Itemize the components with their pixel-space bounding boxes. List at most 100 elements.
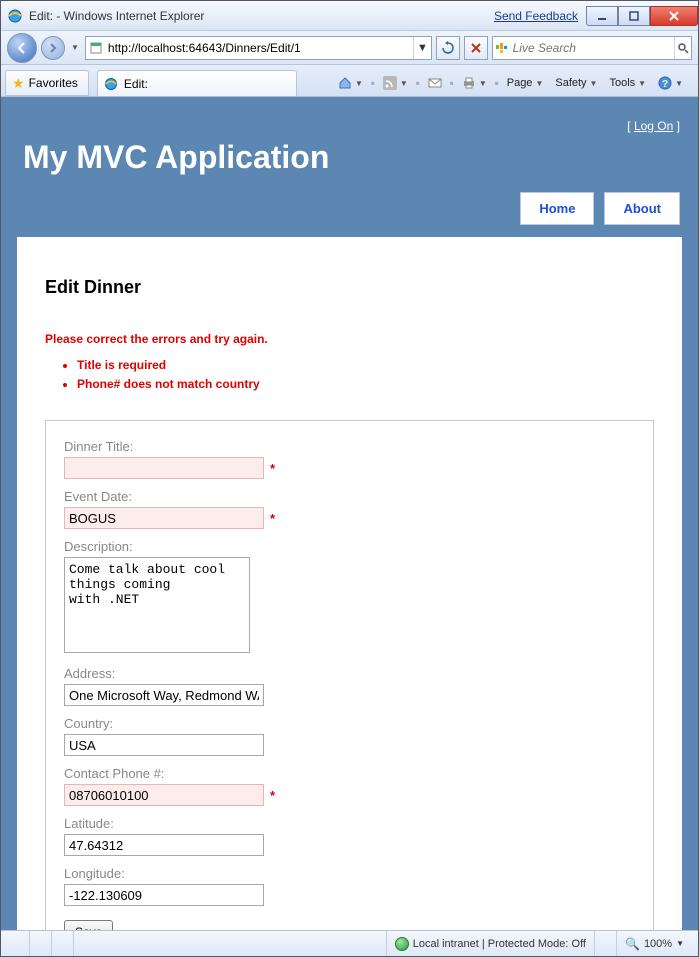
refresh-button[interactable] <box>436 36 460 60</box>
tools-menu-label: Tools <box>609 77 635 89</box>
zoom-level: 100% <box>644 938 672 950</box>
search-provider-icon <box>493 41 509 55</box>
page-icon <box>86 41 106 55</box>
nav-about[interactable]: About <box>604 192 680 225</box>
security-zone[interactable]: Local intranet | Protected Mode: Off <box>386 931 594 956</box>
status-seg-spacer <box>594 931 616 956</box>
zoom-control[interactable]: 🔍 100% ▼ <box>616 931 692 956</box>
safety-menu[interactable]: Safety ▼ <box>550 72 602 94</box>
star-icon: ★ <box>12 75 25 92</box>
logon-link[interactable]: Log On <box>634 119 673 133</box>
chevron-down-icon: ▼ <box>676 939 684 948</box>
svg-text:?: ? <box>662 79 668 90</box>
close-button[interactable] <box>650 6 698 26</box>
search-input[interactable] <box>509 39 674 57</box>
validation-error: Title is required <box>77 356 654 375</box>
content-viewport: [ Log On ] My MVC Application Home About… <box>1 97 698 930</box>
printer-icon <box>462 76 476 90</box>
rss-icon <box>383 76 397 90</box>
page-heading: Edit Dinner <box>45 277 654 298</box>
status-bar: Local intranet | Protected Mode: Off 🔍 1… <box>1 930 698 956</box>
logon-area: [ Log On ] <box>23 119 680 133</box>
tab-row: ★ Favorites Edit: ▼ ▪ ▼ ▪ ▪ ▼ ▪ Page▼ Sa… <box>1 65 698 97</box>
mail-button[interactable] <box>423 72 447 94</box>
help-menu[interactable]: ?▼ <box>653 72 688 94</box>
description-label: Description: <box>64 539 635 554</box>
address-input[interactable] <box>64 684 264 706</box>
eventdate-label: Event Date: <box>64 489 635 504</box>
safety-menu-label: Safety <box>555 77 586 89</box>
zoom-icon: 🔍 <box>625 937 640 951</box>
home-menu[interactable]: ▼ <box>333 72 368 94</box>
validation-error-list: Title is required Phone# does not match … <box>77 356 654 394</box>
latitude-label: Latitude: <box>64 816 635 831</box>
status-seg-empty <box>29 931 51 956</box>
chevron-down-icon: ▼ <box>675 79 683 88</box>
favorites-button[interactable]: ★ Favorites <box>5 70 89 96</box>
chevron-down-icon: ▼ <box>638 79 646 88</box>
nav-home[interactable]: Home <box>520 192 594 225</box>
page-menu-label: Page <box>507 77 533 89</box>
mail-icon <box>428 77 442 89</box>
tab-title: Edit: <box>124 77 148 91</box>
phone-label: Contact Phone #: <box>64 766 635 781</box>
eventdate-input[interactable] <box>64 507 264 529</box>
window-title: Edit: - Windows Internet Explorer <box>29 9 204 23</box>
stop-button[interactable] <box>464 36 488 60</box>
address-bar: ▼ <box>85 36 432 60</box>
navigation-row: ▼ ▼ <box>1 31 698 65</box>
chevron-down-icon: ▼ <box>355 79 363 88</box>
send-feedback-link[interactable]: Send Feedback <box>494 9 578 23</box>
longitude-input[interactable] <box>64 884 264 906</box>
nav-tabs: Home About <box>1 192 698 225</box>
chevron-down-icon: ▼ <box>479 79 487 88</box>
phone-input[interactable] <box>64 784 264 806</box>
tools-menu[interactable]: Tools▼ <box>604 72 651 94</box>
browser-tab[interactable]: Edit: <box>97 70 297 96</box>
description-input[interactable] <box>64 557 250 653</box>
chevron-down-icon: ▼ <box>400 79 408 88</box>
forward-button[interactable] <box>41 36 65 60</box>
country-label: Country: <box>64 716 635 731</box>
country-input[interactable] <box>64 734 264 756</box>
status-seg-empty <box>73 931 95 956</box>
app-title: My MVC Application <box>23 139 680 176</box>
search-bar <box>492 36 692 60</box>
latitude-input[interactable] <box>64 834 264 856</box>
validation-error: Phone# does not match country <box>77 375 654 394</box>
window-buttons <box>586 6 698 26</box>
required-star: * <box>270 788 275 803</box>
back-button[interactable] <box>7 33 37 63</box>
status-seg-empty <box>7 931 29 956</box>
tab-page-icon <box>104 77 118 91</box>
feeds-menu[interactable]: ▼ <box>378 72 413 94</box>
page-menu[interactable]: Page▼ <box>502 72 549 94</box>
validation-summary: Please correct the errors and try again. <box>45 332 654 346</box>
page-body: Edit Dinner Please correct the errors an… <box>17 237 682 930</box>
title-label: Dinner Title: <box>64 439 635 454</box>
form-fieldset: Dinner Title: * Event Date: * Descriptio… <box>45 420 654 930</box>
address-label: Address: <box>64 666 635 681</box>
status-seg-empty <box>51 931 73 956</box>
required-star: * <box>270 461 275 476</box>
zone-icon <box>395 937 409 951</box>
url-input[interactable] <box>106 39 413 57</box>
ie-window: Edit: - Windows Internet Explorer Send F… <box>0 0 699 957</box>
longitude-label: Longitude: <box>64 866 635 881</box>
favorites-label: Favorites <box>29 76 78 90</box>
address-dropdown-icon[interactable]: ▼ <box>413 37 431 59</box>
home-icon <box>338 76 352 90</box>
zone-text: Local intranet | Protected Mode: Off <box>413 938 586 950</box>
nav-dropdown-icon[interactable]: ▼ <box>71 43 79 52</box>
search-go-button[interactable] <box>674 37 691 59</box>
command-bar: ▼ ▪ ▼ ▪ ▪ ▼ ▪ Page▼ Safety▼ Tools▼ ?▼ <box>327 70 694 96</box>
chevron-down-icon: ▼ <box>590 79 598 88</box>
save-button[interactable]: Save <box>64 920 113 930</box>
maximize-button[interactable] <box>618 6 650 26</box>
minimize-button[interactable] <box>586 6 618 26</box>
title-input[interactable] <box>64 457 264 479</box>
required-star: * <box>270 511 275 526</box>
help-icon: ? <box>658 76 672 90</box>
print-menu[interactable]: ▼ <box>457 72 492 94</box>
chevron-down-icon: ▼ <box>535 79 543 88</box>
